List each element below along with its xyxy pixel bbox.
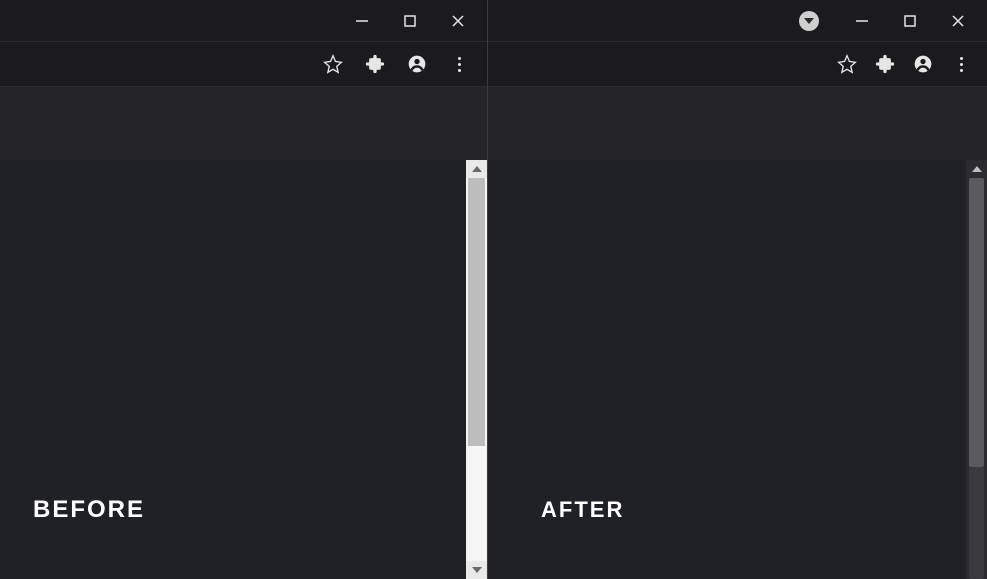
three-dots-icon	[458, 57, 461, 72]
minimize-icon	[355, 14, 369, 28]
person-circle-icon	[407, 54, 427, 74]
minimize-icon	[855, 14, 869, 28]
scrollbar-track[interactable]	[966, 178, 987, 579]
titlebar	[488, 0, 987, 41]
scrollbar-up-button[interactable]	[966, 160, 987, 178]
puzzle-icon	[875, 54, 895, 74]
puzzle-icon	[365, 54, 385, 74]
star-icon	[837, 54, 857, 74]
close-button[interactable]	[935, 5, 981, 37]
star-icon	[323, 54, 343, 74]
maximize-icon	[903, 14, 917, 28]
three-dots-icon	[960, 57, 963, 72]
toolbar	[488, 41, 987, 87]
minimize-button[interactable]	[839, 5, 885, 37]
maximize-icon	[403, 14, 417, 28]
close-button[interactable]	[435, 5, 481, 37]
scrollbar-up-button[interactable]	[466, 160, 487, 178]
before-label: BEFORE	[33, 496, 145, 524]
content-area: BEFORE	[0, 160, 466, 579]
scrollbar[interactable]	[966, 160, 987, 579]
header-strip	[0, 87, 487, 160]
menu-button[interactable]	[943, 44, 979, 84]
scrollbar[interactable]	[466, 160, 487, 579]
extensions-button[interactable]	[867, 44, 903, 84]
toolbar	[0, 41, 487, 87]
bookmark-button[interactable]	[313, 44, 353, 84]
chevron-up-icon	[972, 166, 982, 172]
content-area: AFTER	[488, 160, 966, 579]
titlebar	[0, 0, 487, 41]
viewport: BEFORE	[0, 160, 487, 579]
right-pane: AFTER	[487, 0, 987, 579]
scrollbar-down-button[interactable]	[466, 561, 487, 579]
person-circle-icon	[913, 54, 933, 74]
scrollbar-thumb[interactable]	[969, 178, 984, 467]
caret-down-icon	[804, 18, 814, 24]
after-label: AFTER	[541, 497, 624, 523]
scrollbar-track[interactable]	[466, 178, 487, 561]
bookmark-button[interactable]	[829, 44, 865, 84]
header-strip	[488, 87, 987, 160]
profile-button[interactable]	[905, 44, 941, 84]
menu-button[interactable]	[439, 44, 479, 84]
maximize-button[interactable]	[387, 5, 433, 37]
chevron-up-icon	[472, 166, 482, 172]
profile-button[interactable]	[397, 44, 437, 84]
extensions-button[interactable]	[355, 44, 395, 84]
minimize-button[interactable]	[339, 5, 385, 37]
viewport: AFTER	[488, 160, 987, 579]
close-icon	[951, 14, 965, 28]
scrollbar-remainder	[969, 467, 984, 579]
left-pane: BEFORE	[0, 0, 487, 579]
close-icon	[451, 14, 465, 28]
dark-scrollbar-dropdown[interactable]	[799, 11, 819, 31]
chevron-down-icon	[472, 567, 482, 573]
maximize-button[interactable]	[887, 5, 933, 37]
scrollbar-thumb[interactable]	[468, 178, 485, 446]
